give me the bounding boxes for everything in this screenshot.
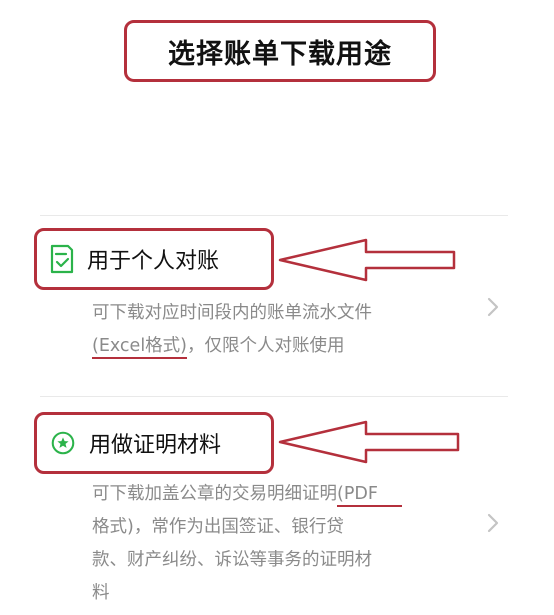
description-line: 格式)，常作为出国签证、银行贷 [92,517,344,537]
description-line: 可下载加盖公章的交易明细证明(PDF [92,478,402,511]
option-description: 可下载加盖公章的交易明细证明(PDF 格式)，常作为出国签证、银行贷 款、财产纠… [92,478,402,610]
divider [40,396,508,397]
description-text: 可下载加盖公章的交易明细证明 [92,484,337,504]
option-proof-material[interactable]: 用做证明材料 [34,412,274,474]
description-extra: ，仅限个人对账使用 [187,336,345,356]
option-label: 用做证明材料 [89,433,222,458]
annotation-arrow [278,238,456,282]
chevron-right-icon[interactable] [484,512,502,534]
option-personal-reconciliation[interactable]: 用于个人对账 [34,228,274,290]
format-note: (Excel格式) [92,336,188,359]
annotation-arrow [278,420,460,464]
format-note: (PDF [337,484,402,507]
description-line: (Excel格式)，仅限个人对账使用 [92,330,372,363]
option-label: 用于个人对账 [87,249,220,274]
document-check-icon [50,244,74,274]
chevron-right-icon[interactable] [484,296,502,318]
page-title: 选择账单下载用途 [124,20,436,82]
star-badge-icon [51,431,75,455]
description-line: 料 [92,583,110,603]
description-line: 款、财产纠纷、诉讼等事务的证明材 [92,550,372,570]
description-line: 可下载对应时间段内的账单流水文件 [92,303,372,323]
divider [40,215,508,216]
option-description: 可下载对应时间段内的账单流水文件 (Excel格式)，仅限个人对账使用 [92,297,372,363]
